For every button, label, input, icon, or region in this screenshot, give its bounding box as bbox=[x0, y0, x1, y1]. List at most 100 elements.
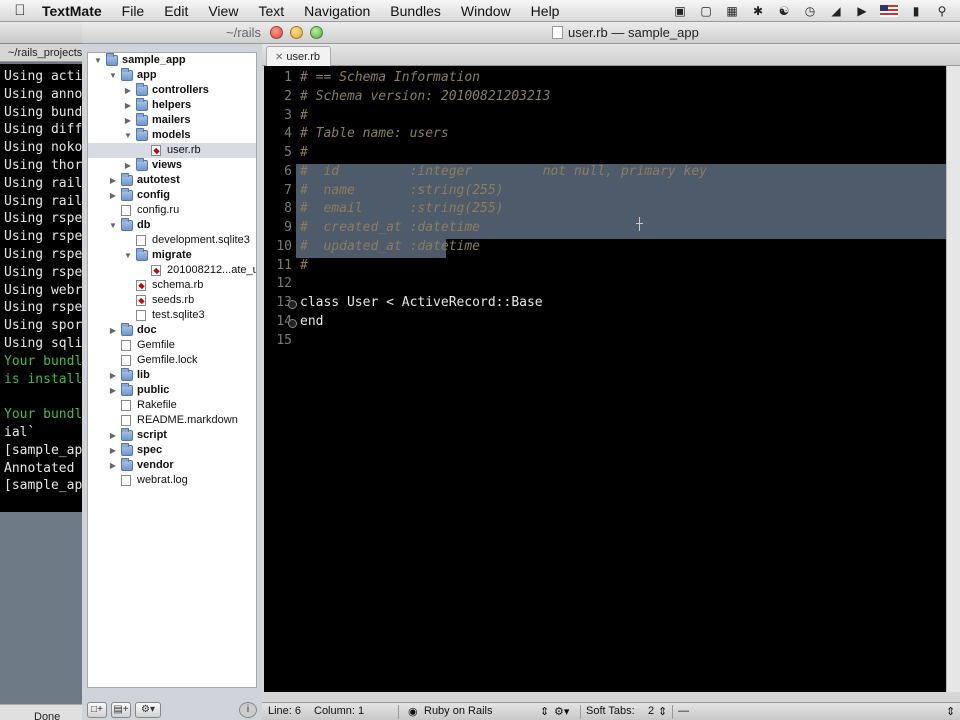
tree-item[interactable]: ▼ db bbox=[88, 218, 256, 233]
chevron-updown-icon[interactable]: ⇕ bbox=[658, 705, 667, 718]
close-tab-icon[interactable]: ✕ bbox=[275, 52, 283, 63]
line-number-gutter: 1 2 3 4 5 6 7 8 9 10 11 12 13 14 15 bbox=[264, 66, 297, 692]
tree-item[interactable]: Gemfile.lock bbox=[88, 353, 256, 368]
menu-file[interactable]: File bbox=[112, 3, 155, 19]
disclosure-closed-icon[interactable]: ▶ bbox=[108, 383, 118, 398]
new-folder-button[interactable]: ▤+ bbox=[111, 702, 131, 718]
camera-icon[interactable]: ▣ bbox=[672, 4, 688, 18]
disclosure-open-icon[interactable]: ▼ bbox=[123, 128, 133, 143]
menu-edit[interactable]: Edit bbox=[154, 3, 198, 19]
tree-item[interactable]: ▼ app bbox=[88, 68, 256, 83]
tree-item[interactable]: test.sqlite3 bbox=[88, 308, 256, 323]
disclosure-closed-icon[interactable]: ▶ bbox=[123, 158, 133, 173]
tree-root-sample-app[interactable]: ▼ sample_app bbox=[88, 53, 256, 68]
zoom-window-button[interactable] bbox=[310, 26, 323, 39]
chevron-updown-icon[interactable]: ⇕ bbox=[540, 705, 549, 718]
screen-icon[interactable]: ▢ bbox=[698, 4, 714, 18]
tree-item-label: Gemfile bbox=[137, 339, 175, 351]
file-icon bbox=[121, 415, 131, 426]
battery-icon[interactable]: ▮ bbox=[908, 4, 924, 18]
apple-menu-icon[interactable]:  bbox=[0, 2, 40, 19]
tree-item[interactable]: ▶ views bbox=[88, 158, 256, 173]
spotlight-icon[interactable]: ⚲ bbox=[934, 4, 950, 18]
code-editor[interactable]: 1 2 3 4 5 6 7 8 9 10 11 12 13 14 15 # == Schema Inform… bbox=[264, 66, 946, 692]
minimize-window-button[interactable] bbox=[290, 26, 303, 39]
tree-item[interactable]: ▼ models bbox=[88, 128, 256, 143]
tree-item[interactable]: ▶ public bbox=[88, 383, 256, 398]
vertical-scrollbar[interactable] bbox=[946, 66, 960, 692]
wifi-icon[interactable]: ◢ bbox=[828, 4, 844, 18]
menu-help[interactable]: Help bbox=[521, 3, 570, 19]
tree-item[interactable]: webrat.log bbox=[88, 473, 256, 488]
disclosure-closed-icon[interactable]: ▶ bbox=[108, 428, 118, 443]
disclosure-closed-icon[interactable]: ▶ bbox=[108, 368, 118, 383]
terminal-line: Using rspe bbox=[4, 264, 82, 280]
tree-item[interactable]: ▼ migrate bbox=[88, 248, 256, 263]
tree-item-label: seeds.rb bbox=[152, 294, 195, 306]
bluetooth-icon[interactable]: ✱ bbox=[750, 4, 766, 18]
new-file-button[interactable]: □+ bbox=[87, 702, 107, 718]
volume-icon[interactable]: ▶ bbox=[854, 4, 870, 18]
chevron-updown-icon[interactable]: ⇕ bbox=[946, 705, 955, 718]
tree-item[interactable]: seeds.rb bbox=[88, 293, 256, 308]
gear-icon[interactable]: ⚙▾ bbox=[554, 705, 569, 718]
menu-bundles[interactable]: Bundles bbox=[380, 3, 451, 19]
tree-item[interactable]: ▶ helpers bbox=[88, 98, 256, 113]
disclosure-open-icon[interactable]: ▼ bbox=[108, 218, 118, 233]
menu-navigation[interactable]: Navigation bbox=[294, 3, 380, 19]
headphones-icon[interactable]: ☯ bbox=[776, 4, 792, 18]
disclosure-closed-icon[interactable]: ▶ bbox=[123, 113, 133, 128]
tree-item[interactable]: README.markdown bbox=[88, 413, 256, 428]
tree-item[interactable]: 20100821​2...ate_u bbox=[88, 263, 256, 278]
tree-item[interactable]: ▶ vendor bbox=[88, 458, 256, 473]
symbol-popup[interactable]: — bbox=[678, 705, 689, 717]
terminal-tab[interactable]: ~/rails_projects bbox=[0, 44, 90, 62]
tree-item[interactable]: schema.rb bbox=[88, 278, 256, 293]
tree-item[interactable]: config.ru bbox=[88, 203, 256, 218]
fold-marker-icon[interactable] bbox=[288, 300, 297, 309]
input-flag-icon[interactable] bbox=[880, 5, 898, 17]
disclosure-open-icon[interactable]: ▼ bbox=[108, 68, 118, 83]
gear-menu-button[interactable]: ⚙▾ bbox=[135, 702, 161, 718]
language-popup[interactable]: Ruby on Rails bbox=[424, 705, 492, 717]
tree-item[interactable]: Gemfile bbox=[88, 338, 256, 353]
disclosure-closed-icon[interactable]: ▶ bbox=[108, 323, 118, 338]
menu-view[interactable]: View bbox=[198, 3, 248, 19]
tree-item[interactable]: ▶ script bbox=[88, 428, 256, 443]
tree-item[interactable]: ▶ mailers bbox=[88, 113, 256, 128]
terminal-line: Using noko bbox=[4, 140, 82, 156]
menu-text[interactable]: Text bbox=[248, 3, 294, 19]
tab-user-rb[interactable]: ✕ user.rb bbox=[266, 46, 332, 66]
tree-item[interactable]: user.rb bbox=[88, 143, 256, 158]
disclosure-open-icon[interactable]: ▼ bbox=[93, 53, 103, 68]
disclosure-closed-icon[interactable]: ▶ bbox=[108, 443, 118, 458]
tree-item[interactable]: ▶ autotest bbox=[88, 173, 256, 188]
menu-app-name[interactable]: TextMate bbox=[40, 3, 112, 19]
disclosure-open-icon[interactable]: ▼ bbox=[123, 248, 133, 263]
tree-item[interactable]: ▶ lib bbox=[88, 368, 256, 383]
disclosure-closed-icon[interactable]: ▶ bbox=[108, 173, 118, 188]
tree-item[interactable]: ▶ doc bbox=[88, 323, 256, 338]
disclosure-closed-icon[interactable]: ▶ bbox=[108, 458, 118, 473]
tree-item[interactable]: ▶ spec bbox=[88, 443, 256, 458]
disclosure-closed-icon[interactable]: ▶ bbox=[123, 83, 133, 98]
tree-item[interactable]: Rakefile bbox=[88, 398, 256, 413]
tree-item[interactable]: ▶ config bbox=[88, 188, 256, 203]
terminal-output[interactable]: Using acti Using anno Using bund Using diff… bbox=[0, 64, 82, 512]
disclosure-closed-icon[interactable]: ▶ bbox=[123, 98, 133, 113]
disclosure-closed-icon[interactable]: ▶ bbox=[108, 188, 118, 203]
textmate-window: ~/rails user.rb — sample_app ▼ sample_app… bbox=[82, 22, 960, 720]
folder-icon bbox=[121, 443, 133, 456]
terminal-line: Using sqli bbox=[4, 335, 82, 351]
tree-item[interactable]: development.sqlite3 bbox=[88, 233, 256, 248]
soft-tabs-label[interactable]: Soft Tabs: bbox=[586, 705, 635, 717]
menu-window[interactable]: Window bbox=[451, 3, 521, 19]
close-window-button[interactable] bbox=[270, 26, 283, 39]
time-machine-icon[interactable]: ◷ bbox=[802, 4, 818, 18]
grid-icon[interactable]: ▦ bbox=[724, 4, 740, 18]
info-icon[interactable]: i bbox=[239, 702, 257, 718]
soft-tabs-value[interactable]: 2 bbox=[648, 705, 654, 717]
tree-item[interactable]: ▶ controllers bbox=[88, 83, 256, 98]
line-number: 1 bbox=[284, 70, 292, 85]
fold-marker-icon[interactable] bbox=[288, 318, 297, 328]
